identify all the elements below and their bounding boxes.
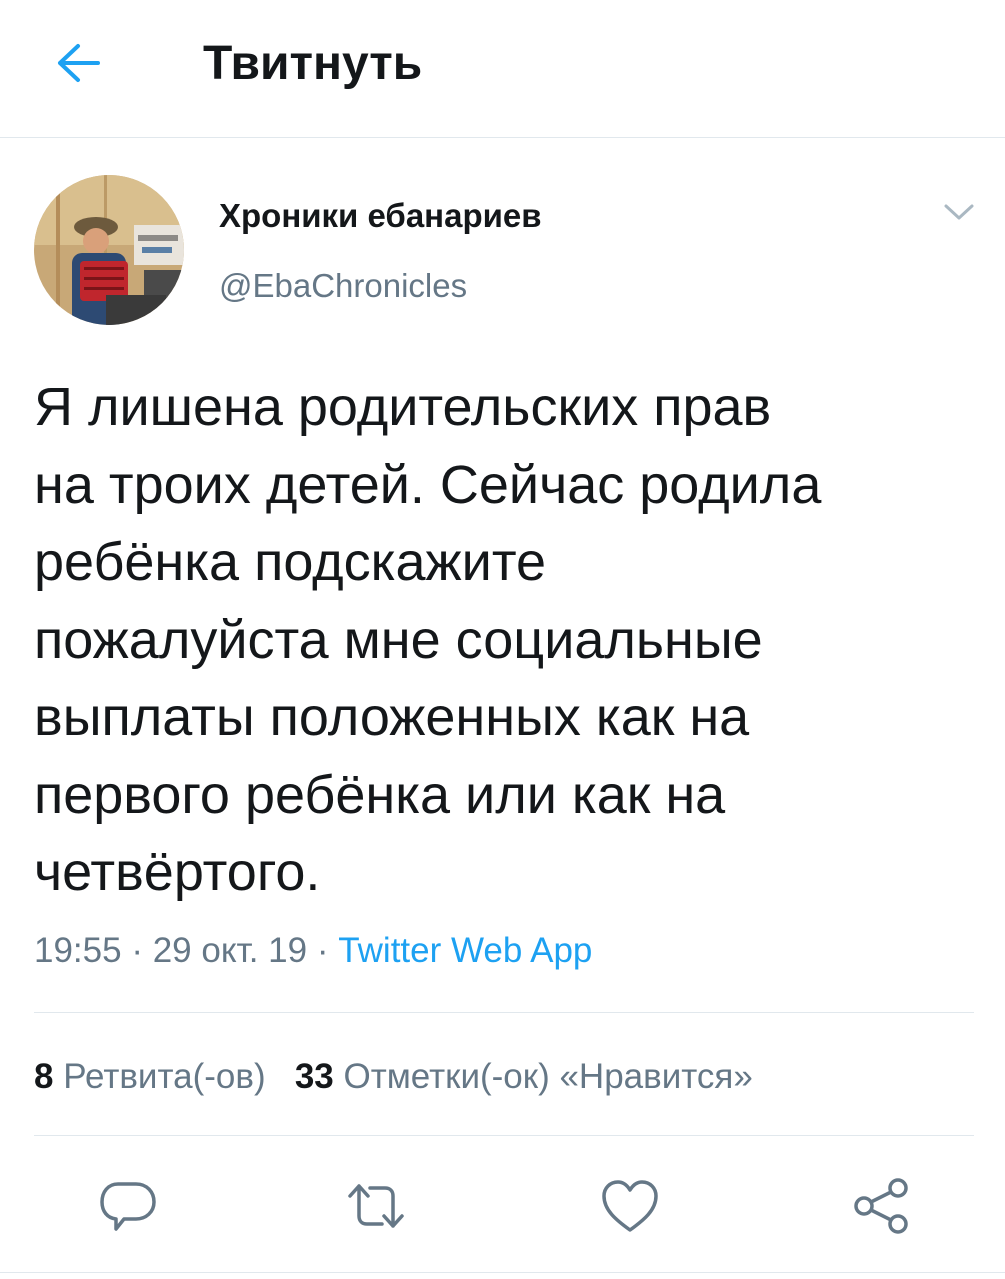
author-display-name[interactable]: Хроники ебанариев <box>219 196 542 236</box>
retweets-label: Ретвита(-ов) <box>63 1057 266 1096</box>
tweet-meta: 19:55 · 29 окт. 19 · Twitter Web App <box>34 928 592 974</box>
likes-stat[interactable]: 33 Отметки(-ок) «Нравится» <box>295 1057 753 1096</box>
divider <box>34 1012 974 1013</box>
tweet-text: Я лишена родительских прав на троих дете… <box>34 377 822 902</box>
share-icon[interactable] <box>850 1174 914 1238</box>
retweets-count: 8 <box>34 1057 54 1096</box>
likes-label: Отметки(-ок) «Нравится» <box>343 1057 753 1096</box>
chevron-down-icon[interactable] <box>942 200 976 224</box>
avatar[interactable] <box>34 175 184 325</box>
avatar-photo <box>34 175 184 325</box>
divider <box>34 1135 974 1136</box>
retweet-icon[interactable] <box>344 1174 408 1238</box>
tweet-source-link[interactable]: Twitter Web App <box>338 931 592 970</box>
retweets-stat[interactable]: 8 Ретвита(-ов) <box>34 1057 266 1096</box>
meta-separator: · <box>316 931 329 970</box>
meta-separator: · <box>131 931 143 970</box>
heart-icon[interactable] <box>598 1174 662 1238</box>
reply-icon[interactable] <box>96 1174 160 1238</box>
tweet-actions <box>0 1174 1005 1244</box>
tweet-date: 29 окт. 19 <box>152 931 308 970</box>
tweet-stats: 8 Ретвита(-ов) 33 Отметки(-ок) «Нравится… <box>34 1054 753 1100</box>
likes-count: 33 <box>294 1057 334 1096</box>
author-handle[interactable]: @EbaChronicles <box>219 266 467 306</box>
arrow-left-icon[interactable] <box>52 40 104 86</box>
page-title: Твитнуть <box>203 37 423 90</box>
top-bar: Твитнуть <box>0 0 1005 138</box>
tweet-time: 19:55 <box>34 931 122 970</box>
bottom-divider <box>0 1272 1005 1273</box>
